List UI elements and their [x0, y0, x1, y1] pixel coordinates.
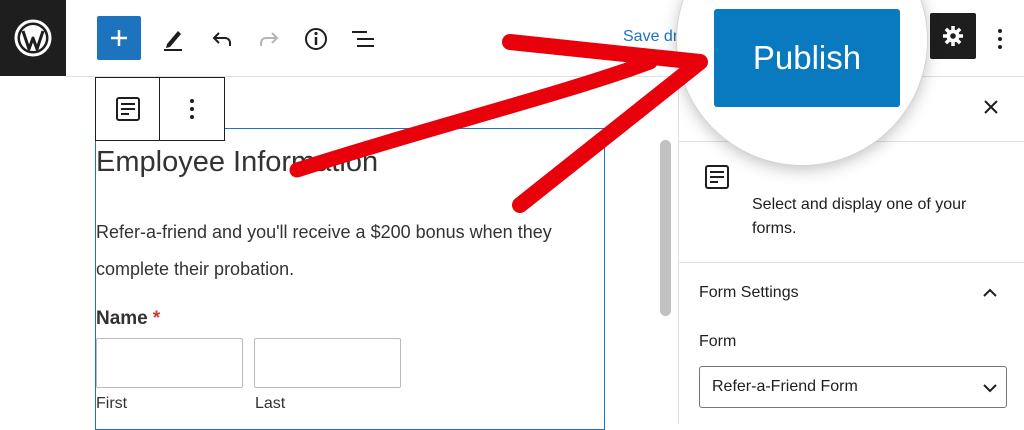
more-vertical-icon — [998, 29, 1002, 49]
settings-button[interactable] — [930, 13, 976, 59]
form-select-label: Form — [699, 333, 737, 350]
redo-icon — [260, 32, 279, 46]
form-title: Employee Information — [96, 146, 379, 178]
form-select-value: Refer-a-Friend Form — [712, 378, 858, 395]
wordpress-logo[interactable] — [0, 0, 66, 76]
pencil-icon — [164, 31, 182, 51]
plus-icon — [111, 30, 127, 46]
collapse-panel-button[interactable] — [980, 283, 1000, 303]
form-block-icon — [705, 165, 729, 189]
last-name-sublabel: Last — [255, 395, 286, 412]
form-settings-panel-title[interactable]: Form Settings — [699, 284, 799, 302]
editor-scrollbar[interactable] — [660, 140, 671, 316]
undo-icon — [212, 32, 231, 46]
name-label-text: Name — [96, 308, 148, 329]
gear-icon — [943, 26, 963, 46]
first-name-sublabel: First — [96, 395, 128, 412]
publish-button[interactable]: Publish — [714, 9, 900, 107]
block-card-icon — [703, 163, 731, 196]
sidebar-divider — [679, 262, 1024, 263]
undo-button[interactable] — [205, 22, 239, 56]
last-name-input[interactable] — [254, 338, 401, 388]
more-vertical-icon — [189, 99, 194, 119]
details-button[interactable] — [299, 22, 333, 56]
form-select-chevron — [980, 378, 1000, 398]
list-view-button[interactable] — [346, 22, 380, 56]
add-block-button[interactable] — [97, 16, 141, 60]
required-mark: * — [152, 308, 161, 329]
first-name-input[interactable] — [96, 338, 243, 388]
redo-button[interactable] — [252, 22, 286, 56]
form-block-icon — [115, 97, 140, 121]
chevron-up-icon — [983, 288, 997, 297]
form-description: Refer-a-friend and you'll receive a $200… — [96, 222, 552, 279]
name-field-label: Name * — [96, 308, 160, 330]
wordpress-icon — [14, 19, 52, 57]
options-button[interactable] — [990, 22, 1010, 56]
info-icon — [305, 28, 327, 50]
block-options-button[interactable] — [159, 78, 223, 140]
close-icon — [984, 100, 998, 114]
block-toolbar — [95, 77, 225, 141]
block-type-button[interactable] — [96, 78, 159, 140]
list-view-icon — [352, 31, 374, 47]
chevron-down-icon — [983, 383, 997, 392]
tools-button[interactable] — [156, 22, 190, 56]
close-sidebar-button[interactable] — [980, 96, 1002, 118]
block-description: Select and display one of your forms. — [752, 196, 967, 237]
